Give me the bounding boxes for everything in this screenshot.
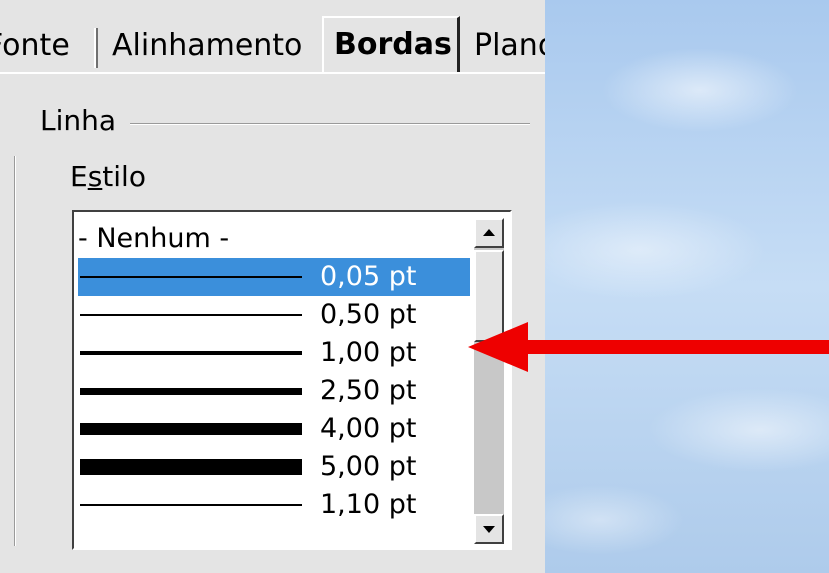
line-sample xyxy=(80,423,302,435)
list-item-value: 0,05 pt xyxy=(320,261,417,292)
tab-background[interactable]: Plano de fundo xyxy=(474,22,545,70)
tab-alignment-label: Alinhamento xyxy=(112,28,303,63)
line-style-listbox[interactable]: - Nenhum - 0,05 pt 0,50 pt 1,00 pt 2,50 … xyxy=(72,210,512,550)
tab-font[interactable]: Fonte xyxy=(0,22,74,70)
line-section-divider xyxy=(130,123,530,125)
scroll-down-icon xyxy=(483,526,495,533)
tab-alignment[interactable]: Alinhamento xyxy=(112,22,312,70)
pointer-arrow-icon xyxy=(468,322,829,372)
scroll-up-button[interactable] xyxy=(474,218,504,248)
list-item-none-label: - Nenhum - xyxy=(78,223,230,254)
line-sample xyxy=(80,388,302,395)
line-section-label: Linha xyxy=(40,104,117,137)
list-item[interactable]: 0,50 pt xyxy=(78,296,470,334)
style-label: Estilo xyxy=(70,160,146,193)
list-item-selected[interactable]: 0,05 pt xyxy=(78,258,470,296)
line-sample xyxy=(80,351,302,355)
tab-borders-label: Bordas xyxy=(334,27,452,62)
tab-background-label: Plano de fundo xyxy=(474,28,545,63)
list-item[interactable]: 5,00 pt xyxy=(78,448,470,486)
tab-bar-border xyxy=(0,72,545,74)
list-scrollbar[interactable] xyxy=(474,218,504,544)
scroll-up-icon xyxy=(483,229,495,236)
line-sample xyxy=(80,459,302,475)
list-item-value: 1,00 pt xyxy=(320,337,417,368)
list-item-none[interactable]: - Nenhum - xyxy=(78,220,470,258)
borders-dialog: Fonte Alinhamento Bordas Plano de fundo … xyxy=(0,0,545,573)
line-sample xyxy=(80,504,302,506)
list-item-value: 0,50 pt xyxy=(320,299,417,330)
tab-separator xyxy=(94,28,98,68)
tab-font-label: Fonte xyxy=(0,28,70,63)
scroll-down-button[interactable] xyxy=(474,514,504,544)
line-sample xyxy=(80,314,302,316)
list-item-value: 4,00 pt xyxy=(320,413,417,444)
list-item[interactable]: 4,00 pt xyxy=(78,410,470,448)
list-item[interactable]: 1,10 pt xyxy=(78,486,470,524)
list-item-value: 2,50 pt xyxy=(320,375,417,406)
tab-borders[interactable]: Bordas xyxy=(322,16,460,72)
list-item[interactable]: 1,00 pt xyxy=(78,334,470,372)
line-style-list: - Nenhum - 0,05 pt 0,50 pt 1,00 pt 2,50 … xyxy=(78,220,470,524)
list-item-value: 1,10 pt xyxy=(320,489,417,520)
line-section-border xyxy=(14,156,16,546)
list-item-value: 5,00 pt xyxy=(320,451,417,482)
line-sample xyxy=(80,276,302,278)
list-item[interactable]: 2,50 pt xyxy=(78,372,470,410)
tab-bar: Fonte Alinhamento Bordas Plano de fundo xyxy=(0,16,545,74)
